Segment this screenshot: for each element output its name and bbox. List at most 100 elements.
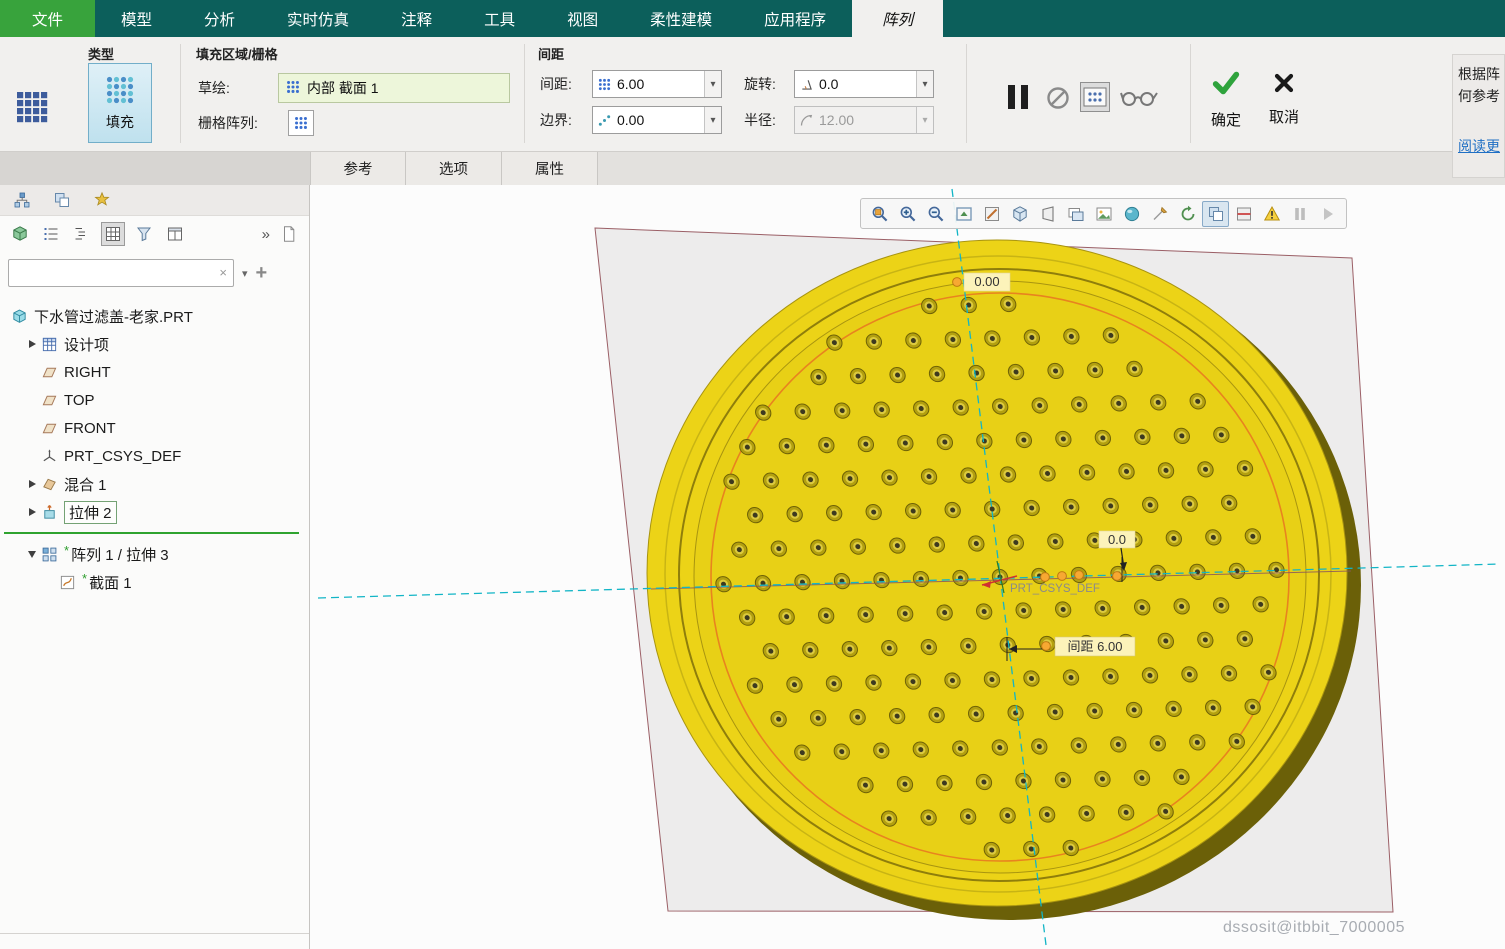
render-icon[interactable] (1118, 201, 1145, 227)
grid-pattern-button[interactable] (288, 110, 314, 136)
collapse-arrow-icon[interactable] (28, 551, 36, 558)
pause-feature-button[interactable] (1000, 79, 1036, 115)
dim-offset-value[interactable]: 0.0 (1108, 532, 1126, 547)
dropdown-arrow-icon[interactable]: ▾ (916, 71, 933, 97)
geometry-preview-toggle[interactable] (1080, 82, 1110, 112)
panel-tabstrip: 参考选项属性 (0, 152, 1505, 185)
verify-glasses-button[interactable] (1118, 85, 1160, 111)
tab-属性[interactable]: 属性 (502, 152, 598, 185)
menu-tab-分析[interactable]: 分析 (178, 0, 261, 37)
tree-item-RIGHT[interactable]: RIGHT (0, 358, 309, 386)
tree-item-PRT_CSYS_DEF[interactable]: PRT_CSYS_DEF (0, 442, 309, 470)
menu-tab-应用程序[interactable]: 应用程序 (738, 0, 852, 37)
indent-list-icon[interactable] (70, 222, 94, 246)
tab-参考[interactable]: 参考 (310, 152, 406, 185)
list-view-icon[interactable] (39, 222, 63, 246)
sketch-value: 内部 截面 1 (307, 78, 379, 98)
alert-icon[interactable] (1258, 201, 1285, 227)
columns-icon[interactable] (163, 222, 187, 246)
csys-label: PRT_CSYS_DEF (1010, 583, 1100, 595)
model-tree-panel: » × ▾ + 下水管过滤盖-老家.PRT设计项RIGHTTOPFRONTPRT… (0, 185, 310, 949)
perspective-icon[interactable] (1034, 201, 1061, 227)
boundary-combo[interactable]: 0.00 ▾ (592, 106, 722, 134)
menu-tab-柔性建模[interactable]: 柔性建模 (624, 0, 738, 37)
dim-top-value[interactable]: 0.00 (974, 274, 999, 289)
no-preview-button[interactable] (1044, 84, 1072, 112)
dropdown-arrow-icon[interactable]: ▾ (704, 107, 721, 133)
read-more-link[interactable]: 阅读更 (1458, 135, 1499, 157)
menu-tab-阵列[interactable]: 阵列 (852, 0, 943, 37)
pause-icon[interactable] (1286, 201, 1313, 227)
dropdown-arrow-icon[interactable]: ▾ (704, 71, 721, 97)
ribbon-separator (180, 44, 181, 143)
view-manager-icon[interactable] (1202, 201, 1229, 227)
ok-button[interactable]: 确定 (1198, 53, 1254, 143)
tree-item-设计项[interactable]: 设计项 (0, 330, 309, 358)
toolbar-overflow-icon[interactable]: » (262, 226, 270, 243)
sketch-section-icon (285, 79, 301, 98)
tree-item-阵列 1 / 拉伸 3[interactable]: *阵列 1 / 拉伸 3 (0, 540, 309, 568)
forward-icon[interactable] (1314, 201, 1341, 227)
grid-toggle-icon[interactable] (101, 222, 125, 246)
3d-scene[interactable]: PRT_CSYS_DEF 0.00 0.0 间距 6.00 (310, 185, 1505, 949)
model-icon[interactable] (8, 222, 32, 246)
menu-tab-工具[interactable]: 工具 (458, 0, 541, 37)
menu-tab-注释[interactable]: 注释 (375, 0, 458, 37)
spacing-combo[interactable]: 6.00 ▾ (592, 70, 722, 98)
tree-item-TOP[interactable]: TOP (0, 386, 309, 414)
tab-选项[interactable]: 选项 (406, 152, 502, 185)
annotations-icon[interactable] (1146, 201, 1173, 227)
settings-icon[interactable] (90, 188, 114, 212)
tree-filter-input[interactable] (8, 259, 234, 287)
drag-handle[interactable] (1075, 571, 1084, 580)
saved-views-icon[interactable] (1062, 201, 1089, 227)
expand-arrow-icon[interactable] (29, 508, 36, 516)
spin-center-icon[interactable] (1174, 201, 1201, 227)
insert-indicator-line[interactable] (0, 526, 309, 540)
dim-spacing-value[interactable]: 间距 6.00 (1068, 639, 1123, 654)
spacing-dots-icon (593, 77, 615, 92)
tree-item-FRONT[interactable]: FRONT (0, 414, 309, 442)
drag-handle[interactable] (1058, 572, 1067, 581)
clear-filter-icon[interactable]: × (219, 265, 227, 280)
drag-handle[interactable] (1113, 572, 1122, 581)
tree-item-下水管过滤盖-老家.PRT[interactable]: 下水管过滤盖-老家.PRT (0, 302, 309, 330)
graphics-viewport[interactable]: PRT_CSYS_DEF0.000.0间距 6.00 dssosit@itbbi… (310, 185, 1505, 949)
menu-tab-实时仿真[interactable]: 实时仿真 (261, 0, 375, 37)
refit-icon[interactable] (950, 201, 977, 227)
zoom-region-icon[interactable] (866, 201, 893, 227)
image-icon (1095, 205, 1113, 223)
tree-item-拉伸 2[interactable]: 拉伸 2 (0, 498, 309, 526)
cancel-button[interactable]: 取消 (1258, 53, 1310, 143)
document-icon[interactable] (277, 222, 301, 246)
tree-item-截面 1[interactable]: *截面 1 (0, 568, 309, 596)
layer-tree-icon[interactable] (50, 188, 74, 212)
drag-handle[interactable] (1041, 573, 1050, 582)
section-icon[interactable] (1230, 201, 1257, 227)
grid-toggle-icon (104, 225, 122, 243)
zoom-out-icon[interactable] (922, 201, 949, 227)
drag-handle[interactable] (1042, 642, 1051, 651)
drag-handle[interactable] (953, 278, 962, 287)
repaint-icon[interactable] (978, 201, 1005, 227)
rotation-combo[interactable]: 0.0 ▾ (794, 70, 934, 98)
model-tree: 下水管过滤盖-老家.PRT设计项RIGHTTOPFRONTPRT_CSYS_DE… (0, 294, 309, 933)
menu-tab-模型[interactable]: 模型 (95, 0, 178, 37)
expand-arrow-icon[interactable] (29, 340, 36, 348)
model-tree-icon[interactable] (10, 188, 34, 212)
sketch-collector-field[interactable]: 内部 截面 1 (278, 73, 510, 103)
image-icon[interactable] (1090, 201, 1117, 227)
add-filter-icon[interactable]: + (256, 263, 268, 283)
menu-tab-文件[interactable]: 文件 (0, 0, 95, 37)
expand-arrow-icon[interactable] (29, 480, 36, 488)
filter-dropdown-icon[interactable]: ▾ (242, 267, 248, 280)
layer-tree-icon (53, 191, 71, 209)
pause-icon (1291, 205, 1309, 223)
tree-item-混合 1[interactable]: 混合 1 (0, 470, 309, 498)
zoom-in-icon[interactable] (894, 201, 921, 227)
fill-type-button[interactable]: 填充 (88, 63, 152, 143)
menu-tab-视图[interactable]: 视图 (541, 0, 624, 37)
filter-icon[interactable] (132, 222, 156, 246)
plane-icon (41, 364, 58, 381)
display-style-icon[interactable] (1006, 201, 1033, 227)
